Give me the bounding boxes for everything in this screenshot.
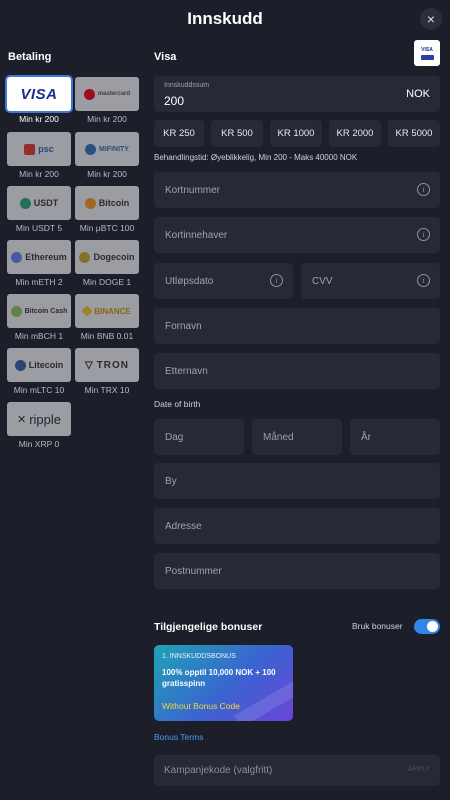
method-label: Min mBCH 1 <box>14 331 64 341</box>
card-holder-field[interactable]: Kortinnehaver i <box>154 217 440 253</box>
method-paysafecard[interactable]: psc Min kr 200 <box>7 132 71 179</box>
amount-currency: NOK <box>406 88 430 100</box>
info-icon[interactable]: i <box>417 274 430 287</box>
bonuses-heading: Tilgjengelige bonuser <box>154 621 263 633</box>
deposit-modal: Innskudd × Betaling VISA Min kr 200 mast… <box>0 0 450 800</box>
bonus-title: 100% opptil 10,000 NOK + 100 gratisspinn <box>162 668 276 688</box>
method-bitcoin-cash[interactable]: Bitcoin Cash Min mBCH 1 <box>7 294 71 341</box>
method-visa[interactable]: VISA Min kr 200 <box>7 77 71 124</box>
method-ripple[interactable]: ✕ ripple Min XRP 0 <box>7 402 71 449</box>
info-icon[interactable]: i <box>417 183 430 196</box>
amount-value: 200 <box>164 94 185 108</box>
dogecoin-logo: Dogecoin <box>79 251 135 263</box>
method-ethereum[interactable]: Ethereum Min mETH 2 <box>7 240 71 287</box>
first-name-field[interactable]: Fornavn <box>154 308 440 344</box>
method-label: Min kr 200 <box>19 169 59 179</box>
method-label: Min mLTC 10 <box>13 385 65 395</box>
preset-500-button[interactable]: KR 500 <box>211 120 263 147</box>
method-label: Min mETH 2 <box>15 277 63 287</box>
method-mifinity[interactable]: MIFINITY Min kr 200 <box>75 132 139 179</box>
paysafecard-logo: psc <box>24 143 54 155</box>
bonus-terms-link[interactable]: Bonus Terms <box>154 732 203 742</box>
method-label: Min kr 200 <box>19 114 59 124</box>
preset-250-button[interactable]: KR 250 <box>154 120 204 147</box>
method-label: Min TRX 10 <box>84 385 130 395</box>
info-icon[interactable]: i <box>417 228 430 241</box>
cvv-field[interactable]: CVV i <box>301 263 440 299</box>
preset-1000-button[interactable]: KR 1000 <box>270 120 322 147</box>
litecoin-logo: Litecoin <box>14 359 63 371</box>
usdt-logo: USDT <box>19 197 58 209</box>
preset-2000-button[interactable]: KR 2000 <box>329 120 381 147</box>
method-bitcoin[interactable]: Bitcoin Min µBTC 100 <box>75 186 139 233</box>
selected-method-heading: Visa <box>154 51 177 63</box>
use-bonus-toggle[interactable] <box>414 619 440 634</box>
amount-input[interactable]: Innskuddssum 200 NOK <box>154 76 440 112</box>
bonus-code: Without Bonus Code <box>162 701 240 711</box>
last-name-field[interactable]: Etternavn <box>154 353 440 389</box>
apply-button[interactable]: APPLY <box>408 766 430 773</box>
method-tron[interactable]: ▽ TRON Min TRX 10 <box>75 348 139 395</box>
visa-logo: VISA <box>20 85 58 103</box>
ripple-logo: ✕ ripple <box>16 411 61 427</box>
dob-day-field[interactable]: Dag <box>154 419 244 455</box>
dob-label: Date of birth <box>154 399 201 409</box>
method-label: Min XRP 0 <box>18 439 60 449</box>
bonus-card[interactable]: 1. INNSKUDDSBONUS 100% opptil 10,000 NOK… <box>154 645 293 721</box>
city-field[interactable]: By <box>154 463 440 499</box>
method-label: Min µBTC 100 <box>79 223 135 233</box>
payment-methods-heading: Betaling <box>8 51 52 63</box>
mastercard-logo: mastercard <box>83 88 130 100</box>
method-binance[interactable]: BINANCE Min BNB 0.01 <box>75 294 139 341</box>
preset-5000-button[interactable]: KR 5000 <box>388 120 440 147</box>
visa-card-icon: VISA <box>414 40 440 66</box>
bitcoin-logo: Bitcoin <box>84 197 129 209</box>
method-usdt[interactable]: USDT Min USDT 5 <box>7 186 71 233</box>
postcode-field[interactable]: Postnummer <box>154 553 440 589</box>
method-label: Min kr 200 <box>87 169 127 179</box>
binance-logo: BINANCE <box>81 305 131 317</box>
modal-title: Innskudd <box>187 9 263 28</box>
bonus-tag: 1. INNSKUDDSBONUS <box>162 653 236 660</box>
promo-code-input[interactable]: Kampanjekode (valgfritt) APPLY <box>154 755 440 786</box>
bitcoin-cash-logo: Bitcoin Cash <box>10 305 67 317</box>
card-number-field[interactable]: Kortnummer i <box>154 172 440 208</box>
mifinity-logo: MIFINITY <box>85 143 129 155</box>
method-label: Min DOGE 1 <box>82 277 132 287</box>
processing-info: Behandlingstid: Øyeblikkelig, Min 200 - … <box>154 153 358 162</box>
method-label: Min BNB 0.01 <box>80 331 134 341</box>
dob-month-field[interactable]: Måned <box>252 419 342 455</box>
address-field[interactable]: Adresse <box>154 508 440 544</box>
dob-year-field[interactable]: År <box>350 419 440 455</box>
close-icon[interactable]: × <box>420 8 442 30</box>
amount-presets: KR 250 KR 500 KR 1000 KR 2000 KR 5000 <box>154 120 450 147</box>
promo-placeholder: Kampanjekode (valgfritt) <box>164 765 273 776</box>
ethereum-logo: Ethereum <box>11 251 67 263</box>
tron-logo: ▽ TRON <box>84 359 130 371</box>
method-mastercard[interactable]: mastercard Min kr 200 <box>75 77 139 124</box>
method-label: Min USDT 5 <box>15 223 63 233</box>
method-litecoin[interactable]: Litecoin Min mLTC 10 <box>7 348 71 395</box>
method-dogecoin[interactable]: Dogecoin Min DOGE 1 <box>75 240 139 287</box>
method-label: Min kr 200 <box>87 114 127 124</box>
info-icon[interactable]: i <box>270 274 283 287</box>
amount-label: Innskuddssum <box>164 82 210 89</box>
expiry-field[interactable]: Utløpsdato i <box>154 263 293 299</box>
use-bonus-label: Bruk bonuser <box>352 621 403 631</box>
